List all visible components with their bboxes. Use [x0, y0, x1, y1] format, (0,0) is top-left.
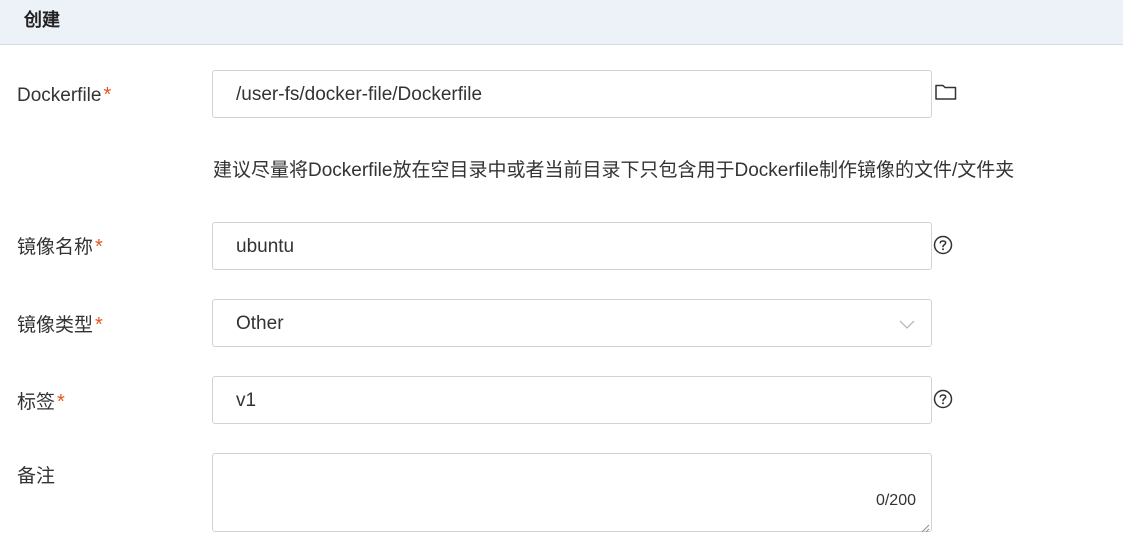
char-counter: 0/200: [875, 492, 916, 509]
required-mark: *: [57, 391, 65, 413]
dockerfile-label-text: Dockerfile: [17, 85, 102, 106]
tag-label-text: 标签: [17, 392, 56, 413]
dockerfile-hint: 建议尽量将Dockerfile放在空目录中或者当前目录下只包含用于Dockerf…: [213, 160, 1015, 181]
image-name-input[interactable]: ubuntu: [212, 222, 932, 270]
remark-textarea[interactable]: 0/200: [212, 453, 932, 533]
tag-value: v1: [236, 390, 257, 411]
chevron-down-icon: [899, 316, 915, 332]
dialog-title: 创建: [24, 10, 60, 30]
remark-label: 备注: [17, 466, 56, 487]
tag-label: 标签 *: [17, 390, 65, 415]
image-type-label-text: 镜像类型: [17, 315, 94, 336]
required-mark: *: [95, 314, 103, 336]
image-name-value: ubuntu: [236, 236, 295, 257]
dialog-header: 创建: [0, 0, 1123, 45]
help-circle-icon[interactable]: [932, 234, 956, 258]
dockerfile-label: Dockerfile *: [17, 83, 111, 108]
image-type-select[interactable]: Other: [212, 299, 932, 347]
image-type-selected: Other: [236, 313, 284, 334]
required-mark: *: [103, 84, 112, 106]
required-mark: *: [95, 236, 103, 258]
tag-input[interactable]: v1: [212, 376, 932, 424]
image-type-label: 镜像类型 *: [17, 313, 103, 338]
resize-grip-icon[interactable]: [920, 520, 930, 533]
image-name-label-text: 镜像名称: [17, 237, 94, 258]
dockerfile-path-value: /user-fs/docker-file/Dockerfile: [236, 84, 483, 105]
help-circle-icon[interactable]: [932, 388, 956, 412]
dockerfile-path-input[interactable]: /user-fs/docker-file/Dockerfile: [212, 70, 932, 118]
image-name-label: 镜像名称 *: [17, 235, 103, 260]
folder-icon[interactable]: [934, 80, 958, 104]
